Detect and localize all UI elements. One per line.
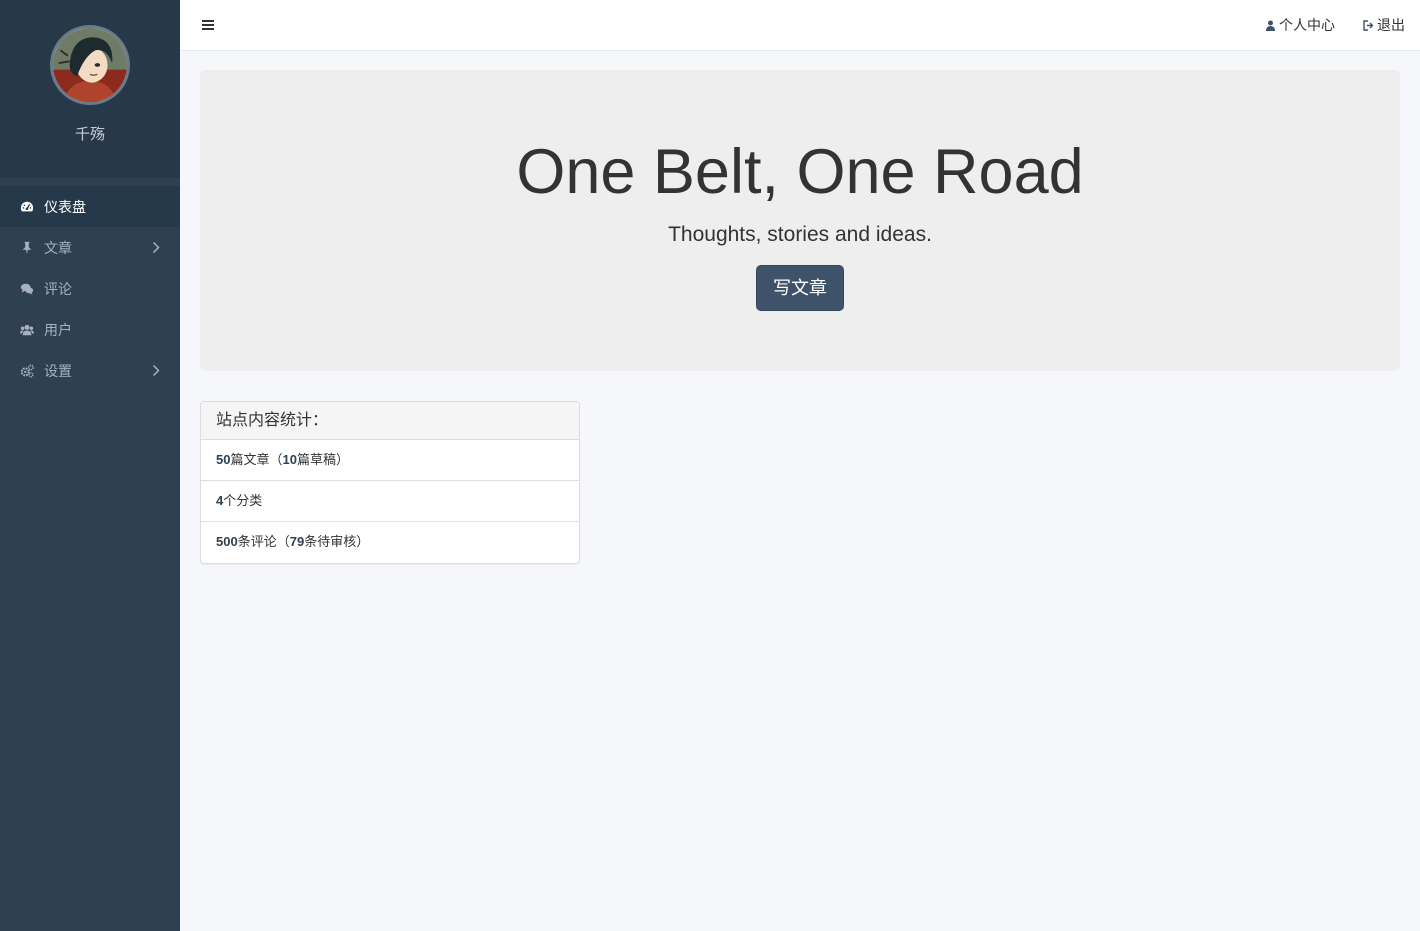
posts-count: 50 <box>216 452 231 467</box>
users-icon <box>20 323 34 337</box>
sidebar-nav: 仪表盘 文章 评论 用户 设置 <box>0 186 180 391</box>
sidebar-item-label: 文章 <box>44 239 72 256</box>
avatar-image <box>53 28 127 102</box>
profile-link-label: 个人中心 <box>1279 17 1335 33</box>
comments-unit: 条评论（ <box>237 534 290 549</box>
sign-out-icon <box>1363 19 1374 31</box>
pending-count: 79 <box>289 534 305 549</box>
user-icon <box>1266 20 1275 31</box>
write-post-button[interactable]: 写文章 <box>756 265 844 311</box>
profile-name: 千殇 <box>74 126 105 143</box>
sidebar-item-label: 用户 <box>44 321 72 338</box>
sidebar-item-dashboard[interactable]: 仪表盘 <box>0 186 180 227</box>
jumbotron-title: One Belt, One Road <box>516 137 1084 207</box>
sidebar-item-label: 设置 <box>44 362 72 379</box>
drafts-unit: 篇草稿） <box>296 452 349 467</box>
sidebar: 千殇 仪表盘 文章 评论 用户 设置 <box>0 0 180 931</box>
top-navbar: 个人中心 退出 <box>180 0 1420 51</box>
comments-icon <box>20 282 34 296</box>
sidebar-item-users[interactable]: 用户 <box>0 309 180 350</box>
drafts-count: 10 <box>282 452 297 467</box>
stats-posts-item: 50篇文章（10篇草稿） <box>201 440 579 481</box>
stats-categories-item: 4个分类 <box>201 481 579 522</box>
avatar[interactable] <box>50 25 130 105</box>
pending-unit: 条待审核） <box>304 534 370 549</box>
categories-unit: 个分类 <box>223 493 263 508</box>
cogs-icon <box>20 364 34 378</box>
comments-count: 500 <box>216 534 238 549</box>
sidebar-item-label: 评论 <box>44 280 72 297</box>
sidebar-item-comments[interactable]: 评论 <box>0 268 180 309</box>
sidebar-item-posts[interactable]: 文章 <box>0 227 180 268</box>
posts-unit: 篇文章（ <box>230 452 283 467</box>
sidebar-item-label: 仪表盘 <box>44 198 86 215</box>
logout-link[interactable]: 退出 <box>1363 15 1405 35</box>
stats-panel: 站点内容统计： 50篇文章（10篇草稿） 4个分类 500条评论（79条待审核） <box>200 401 580 564</box>
stats-comments-item: 500条评论（79条待审核） <box>201 522 579 563</box>
sidebar-item-settings[interactable]: 设置 <box>0 350 180 391</box>
profile-section: 千殇 <box>0 0 180 178</box>
menu-toggle-icon[interactable] <box>201 18 215 32</box>
header-links: 个人中心 退出 <box>1237 0 1405 50</box>
stats-panel-heading: 站点内容统计： <box>201 402 579 440</box>
chevron-right-icon <box>152 364 160 377</box>
dashboard-icon <box>20 200 34 214</box>
jumbotron-subtitle: Thoughts, stories and ideas. <box>668 223 932 246</box>
logout-link-label: 退出 <box>1377 17 1405 33</box>
pin-icon <box>20 241 34 255</box>
profile-link[interactable]: 个人中心 <box>1265 15 1335 35</box>
chevron-right-icon <box>152 241 160 254</box>
jumbotron: One Belt, One Road Thoughts, stories and… <box>200 70 1400 371</box>
